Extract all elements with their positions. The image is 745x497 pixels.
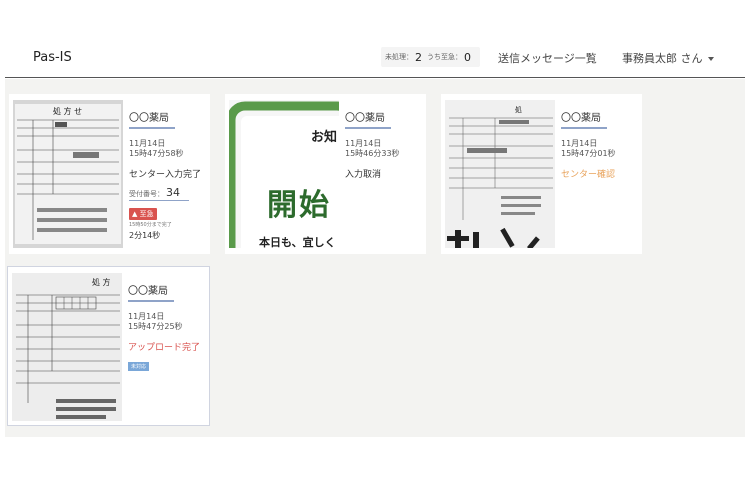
counters-box: 未処理： 2 うち至急： 0 <box>381 47 480 67</box>
unhandled-badge: 未対応 <box>128 362 150 371</box>
prescription-card[interactable]: 処 〇〇薬局 11月14日 15時47分01秒 センター確認 <box>441 94 642 254</box>
card-info: 〇〇薬局 11月14日 15時46分33秒 入力取消 <box>345 106 425 180</box>
received-date: 11月14日 <box>561 139 598 148</box>
card-info: 〇〇薬局 11月14日 15時47分58秒 センター入力完了 受付番号： 34 ▲… <box>129 106 209 241</box>
prescription-card[interactable]: 処 方 せ 〇〇薬局 11月14日 15時47分58秒 センター入力完了 受付番… <box>9 94 210 254</box>
receipt-label: 受付番号： <box>129 190 164 198</box>
unprocessed-count: 2 <box>415 50 422 64</box>
received-clock: 15時47分01秒 <box>561 149 616 158</box>
svg-text:処 方 せ: 処 方 せ <box>53 106 82 116</box>
notice-scan-image <box>229 100 339 248</box>
elapsed-time: 2分14秒 <box>129 231 161 240</box>
svg-text:処: 処 <box>515 105 522 114</box>
status-text: センター確認 <box>561 170 616 180</box>
card-info: 〇〇薬局 11月14日 15時47分25秒 アップロード完了 未対応 <box>128 279 208 372</box>
prescription-card[interactable]: お知 開始 本日も、宜しく 〇〇薬局 11月14日 15時46分33秒 入力取消 <box>225 94 426 254</box>
sent-messages-link[interactable]: 送信メッセージ一覧 <box>498 50 597 66</box>
receipt-number: 受付番号： 34 <box>129 186 189 201</box>
received-clock: 15時47分25秒 <box>128 322 183 331</box>
received-date: 11月14日 <box>345 139 382 148</box>
received-time: 11月14日 15時47分01秒 <box>561 139 641 159</box>
status-text: 入力取消 <box>345 170 382 180</box>
navbar: Pas-IS 未処理： 2 うち至急： 0 送信メッセージ一覧 事務員太郎 さん <box>5 38 745 78</box>
received-date: 11月14日 <box>128 312 165 321</box>
prescription-scan-image: 処 方 せ <box>13 100 123 248</box>
pharmacy-name: 〇〇薬局 <box>561 109 607 129</box>
main-content: 処 方 せ 〇〇薬局 11月14日 15時47分58秒 センター入力完了 受付番… <box>5 79 745 437</box>
urgent-label: うち至急： <box>427 53 462 61</box>
card-info: 〇〇薬局 11月14日 15時47分01秒 センター確認 <box>561 106 641 180</box>
notice-heading: お知 <box>311 130 338 145</box>
pharmacy-name: 〇〇薬局 <box>129 109 175 129</box>
receipt-value: 34 <box>166 186 180 199</box>
prescription-thumbnail[interactable]: お知 開始 本日も、宜しく <box>229 100 339 248</box>
pharmacy-name: 〇〇薬局 <box>345 109 391 129</box>
prescription-thumbnail[interactable]: 処 <box>445 100 555 248</box>
brand-logo[interactable]: Pas-IS <box>33 50 72 65</box>
notice-bottom-text: 本日も、宜しく <box>259 236 336 248</box>
received-date: 11月14日 <box>129 139 166 148</box>
prescription-card[interactable]: 処 方 〇〇薬局 11月14日 15時47分25秒 アップロード完了 未対応 <box>7 266 210 426</box>
received-time: 11月14日 15時47分25秒 <box>128 312 208 332</box>
user-name: 事務員太郎 さん <box>622 52 703 65</box>
received-time: 11月14日 15時47分58秒 <box>129 139 209 159</box>
notice-main-text: 開始 <box>267 188 331 223</box>
prescription-thumbnail[interactable]: 処 方 せ <box>13 100 123 248</box>
urgent-count: 0 <box>464 50 471 64</box>
received-clock: 15時47分58秒 <box>129 149 184 158</box>
prescription-thumbnail[interactable]: 処 方 <box>12 273 122 421</box>
warning-icon: ▲ <box>132 210 138 218</box>
deadline-note: 15時50分まで完了 <box>129 222 172 228</box>
prescription-scan-image: 処 方 <box>12 273 122 421</box>
received-time: 11月14日 15時46分33秒 <box>345 139 425 159</box>
pharmacy-name: 〇〇薬局 <box>128 282 174 302</box>
received-clock: 15時46分33秒 <box>345 149 400 158</box>
status-text: アップロード完了 <box>128 343 201 353</box>
unprocessed-label: 未処理： <box>385 53 413 61</box>
urgent-badge-label: 至急 <box>139 210 154 218</box>
status-text: センター入力完了 <box>129 170 202 180</box>
urgent-badge: ▲ 至急 <box>129 208 157 220</box>
prescription-scan-image: 処 <box>445 100 555 248</box>
user-menu[interactable]: 事務員太郎 さん <box>622 50 714 66</box>
caret-down-icon <box>707 57 714 61</box>
svg-text:処 方: 処 方 <box>92 277 111 287</box>
